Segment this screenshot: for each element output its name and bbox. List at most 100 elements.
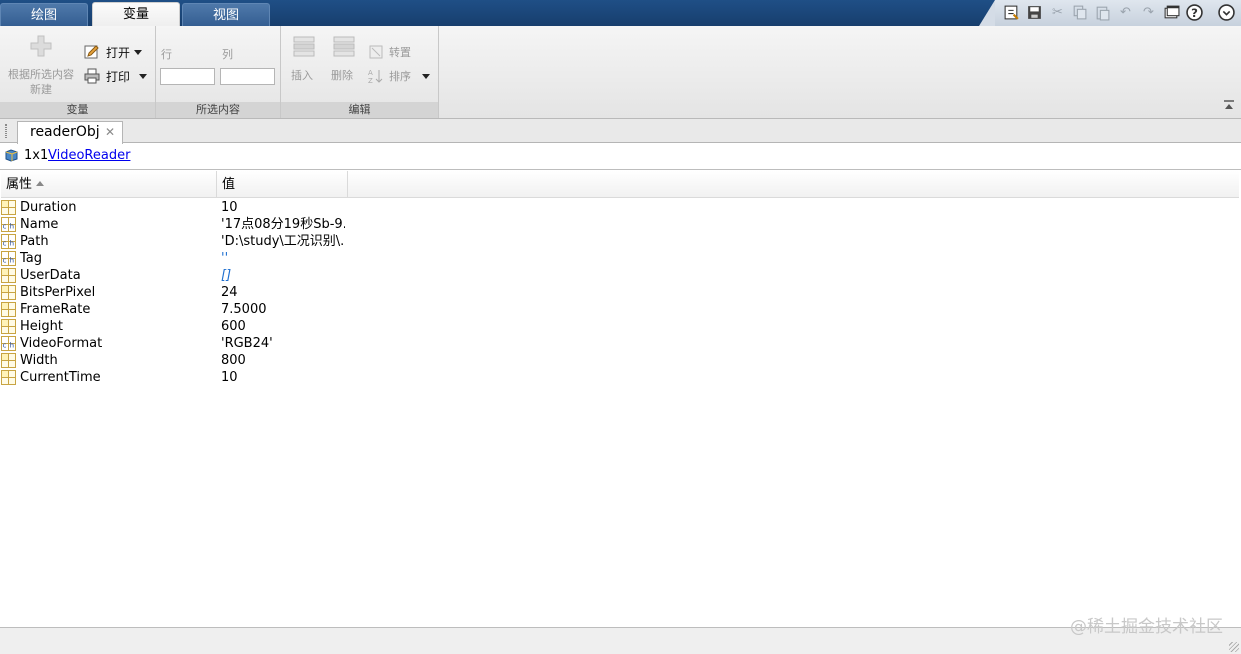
column-label: 列 bbox=[222, 48, 233, 61]
property-name: Path bbox=[20, 234, 49, 249]
property-name: Width bbox=[20, 353, 58, 368]
column-header-property[interactable]: 属性 bbox=[1, 171, 217, 198]
property-name: FrameRate bbox=[20, 302, 91, 317]
numeric-array-icon bbox=[1, 353, 16, 368]
property-value[interactable]: '17点08分19秒Sb-9.... bbox=[221, 216, 345, 233]
tab-plots[interactable]: 绘图 bbox=[0, 3, 88, 26]
open-dropdown-icon[interactable] bbox=[134, 50, 142, 55]
expand-icon[interactable] bbox=[1218, 4, 1235, 21]
row-selection-input[interactable] bbox=[160, 68, 215, 85]
print-label: 打印 bbox=[106, 70, 131, 84]
column-header-value[interactable]: 值 bbox=[217, 171, 348, 198]
layout-icon[interactable] bbox=[1003, 4, 1020, 21]
sort-button[interactable]: AZ 排序 bbox=[368, 68, 434, 86]
property-value[interactable]: '' bbox=[221, 250, 228, 267]
delete-button[interactable]: 删除 bbox=[327, 34, 361, 90]
svg-text:h: h bbox=[10, 240, 14, 248]
numeric-array-icon bbox=[1, 302, 16, 317]
delete-label: 删除 bbox=[331, 69, 353, 82]
property-value[interactable]: 600 bbox=[221, 318, 246, 335]
cut-icon[interactable]: ✂ bbox=[1049, 4, 1066, 21]
row-label: 行 bbox=[161, 48, 172, 61]
property-table: 属性 值 Duration10chName'17点08分19秒Sb-9....c… bbox=[0, 169, 1241, 628]
undo-icon[interactable]: ↶ bbox=[1117, 4, 1134, 21]
svg-text:c: c bbox=[3, 342, 7, 350]
selection-group-label: 所选内容 bbox=[156, 102, 280, 118]
copy-icon[interactable] bbox=[1071, 4, 1088, 21]
property-name: Duration bbox=[20, 200, 77, 215]
property-name: UserData bbox=[20, 268, 81, 283]
close-icon[interactable]: ✕ bbox=[105, 125, 115, 139]
property-name: Tag bbox=[20, 251, 43, 266]
svg-text:h: h bbox=[10, 223, 14, 231]
new-from-selection-line1: 根据所选内容 bbox=[8, 68, 74, 81]
table-row[interactable]: c h Path 'D:\study\工况识别\... bbox=[0, 233, 1238, 250]
help-icon[interactable]: ? bbox=[1186, 4, 1203, 21]
toolstrip-ribbon: 根据所选内容 新建 打开 打印 变量 行 列 所选内容 插入 删除 转置 A Z… bbox=[0, 26, 1241, 119]
collapse-ribbon-icon[interactable] bbox=[1223, 99, 1235, 111]
table-row[interactable]: UserData [] bbox=[0, 267, 1238, 284]
transpose-icon bbox=[369, 45, 383, 59]
tab-variable[interactable]: 变量 bbox=[92, 2, 180, 27]
table-row[interactable]: c h VideoFormat 'RGB24' bbox=[0, 335, 1238, 352]
table-row[interactable]: FrameRate 7.5000 bbox=[0, 301, 1238, 318]
table-row[interactable]: Duration 10 bbox=[0, 199, 1238, 216]
property-name: CurrentTime bbox=[20, 370, 101, 385]
table-row[interactable]: BitsPerPixel 24 bbox=[0, 284, 1238, 301]
numeric-array-icon bbox=[1, 285, 16, 300]
property-value[interactable]: 'D:\study\工况识别\... bbox=[221, 233, 345, 250]
property-value[interactable]: 'RGB24' bbox=[221, 335, 273, 352]
resize-grip[interactable] bbox=[1229, 642, 1239, 652]
property-name: Height bbox=[20, 319, 63, 334]
save-icon[interactable] bbox=[1026, 4, 1043, 21]
drag-grip[interactable] bbox=[5, 124, 7, 138]
window-switch-icon[interactable] bbox=[1163, 4, 1180, 21]
document-tab-strip: readerObj ✕ bbox=[0, 119, 1241, 144]
watermark-text: @稀土掘金技术社区 bbox=[1070, 617, 1223, 637]
print-dropdown-icon[interactable] bbox=[139, 74, 147, 79]
svg-text:c: c bbox=[3, 240, 7, 248]
table-row[interactable]: Height 600 bbox=[0, 318, 1238, 335]
document-tab-label: readerObj bbox=[30, 124, 100, 140]
char-array-icon: ch bbox=[1, 217, 16, 232]
tab-view[interactable]: 视图 bbox=[182, 3, 270, 26]
property-value[interactable]: 24 bbox=[221, 284, 238, 301]
paste-icon[interactable] bbox=[1094, 4, 1111, 21]
variable-dimensions: 1x1 bbox=[24, 148, 49, 163]
svg-text:?: ? bbox=[1191, 6, 1198, 20]
numeric-array-icon bbox=[1, 319, 16, 334]
new-from-selection-line2: 新建 bbox=[30, 83, 52, 96]
table-row[interactable]: c h Tag '' bbox=[0, 250, 1238, 267]
svg-text:c: c bbox=[3, 223, 7, 231]
redo-icon[interactable]: ↷ bbox=[1140, 4, 1157, 21]
table-header: 属性 值 bbox=[1, 171, 1239, 198]
property-value[interactable]: 10 bbox=[221, 199, 238, 216]
selection-group: 行 列 所选内容 bbox=[156, 26, 281, 118]
table-row[interactable]: ch Name '17点08分19秒Sb-9.... bbox=[0, 216, 1238, 233]
table-row[interactable]: CurrentTime 10 bbox=[0, 369, 1238, 386]
variable-group: 根据所选内容 新建 打开 打印 变量 bbox=[0, 26, 156, 118]
sort-dropdown-icon[interactable] bbox=[422, 74, 430, 79]
new-from-selection-button[interactable]: 根据所选内容 新建 bbox=[6, 67, 76, 97]
property-name: BitsPerPixel bbox=[20, 285, 96, 300]
insert-rows-icon bbox=[293, 36, 315, 57]
document-tab-readerobj[interactable]: readerObj ✕ bbox=[17, 121, 123, 144]
class-name-link[interactable]: VideoReader bbox=[48, 148, 130, 163]
column-header-property-label: 属性 bbox=[6, 177, 33, 192]
property-value[interactable]: 800 bbox=[221, 352, 246, 369]
property-value[interactable]: [] bbox=[221, 267, 231, 284]
print-button[interactable]: 打印 bbox=[84, 68, 150, 86]
property-value[interactable]: 10 bbox=[221, 369, 238, 386]
insert-button[interactable]: 插入 bbox=[287, 34, 321, 90]
variable-group-label: 变量 bbox=[0, 102, 155, 118]
printer-icon bbox=[84, 68, 100, 84]
table-row[interactable]: Width 800 bbox=[0, 352, 1238, 369]
open-button[interactable]: 打开 bbox=[84, 44, 148, 62]
edit-group-label: 编辑 bbox=[281, 102, 438, 118]
edit-group: 插入 删除 转置 AZ 排序 编辑 bbox=[281, 26, 439, 118]
column-selection-input[interactable] bbox=[220, 68, 275, 85]
svg-text:h: h bbox=[10, 257, 14, 265]
transpose-button[interactable]: 转置 bbox=[368, 44, 418, 62]
property-value[interactable]: 7.5000 bbox=[221, 301, 267, 318]
pencil-icon bbox=[84, 45, 99, 59]
